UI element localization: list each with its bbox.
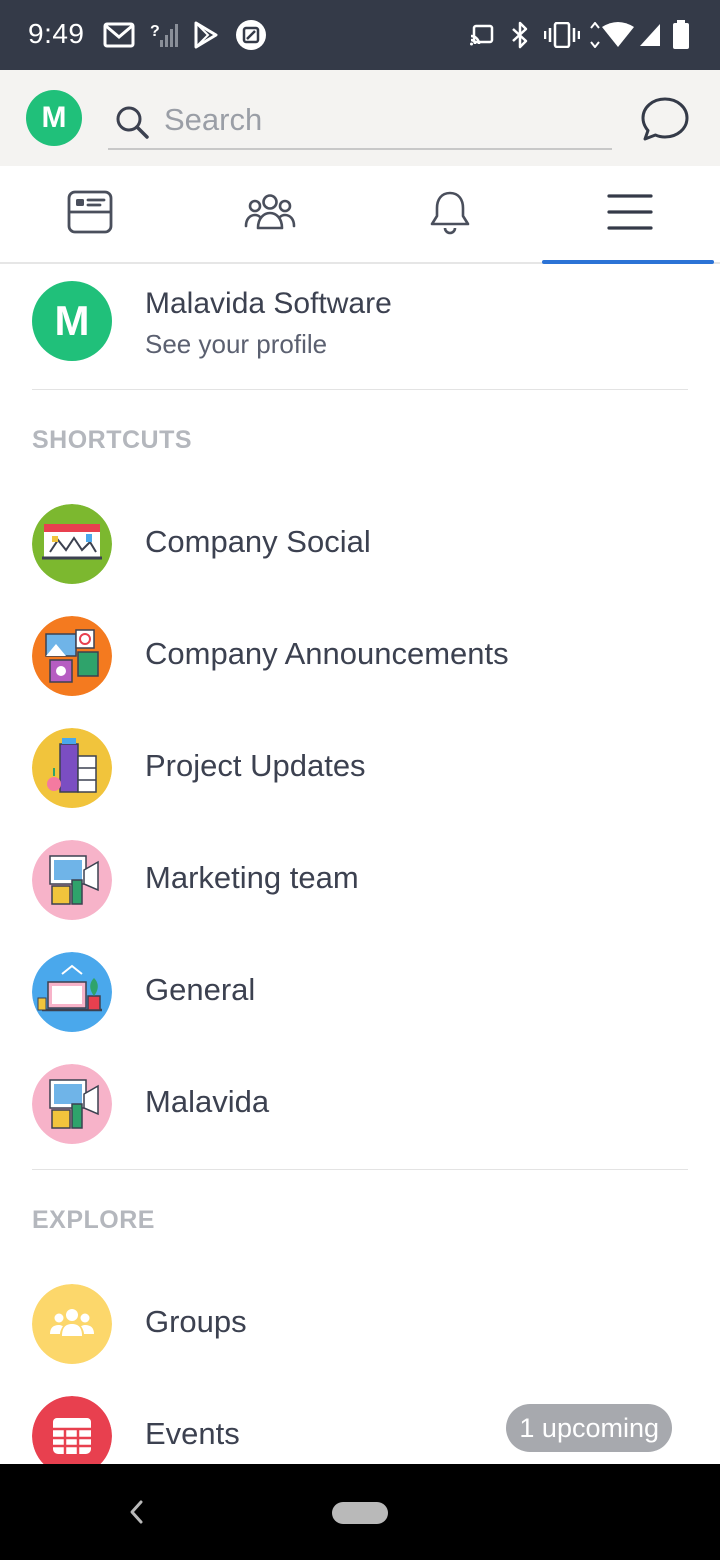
news-feed-icon	[67, 190, 113, 239]
malavida-thumbnail	[32, 1064, 112, 1144]
people-icon	[244, 193, 296, 236]
groups-icon	[32, 1284, 112, 1364]
bell-icon	[428, 189, 472, 240]
shortcuts-heading: SHORTCUTS	[32, 426, 193, 454]
chat-icon[interactable]	[640, 96, 690, 147]
upcoming-events-badge: 1 upcoming	[506, 1404, 672, 1452]
shortcut-label: Company Announcements	[145, 636, 509, 671]
shortcut-marketing-team[interactable]: Marketing team	[0, 824, 720, 936]
shortcut-label: Malavida	[145, 1084, 270, 1119]
shortcut-project-updates[interactable]: Project Updates	[0, 712, 720, 824]
status-time: 9:49	[28, 18, 85, 49]
shortcut-label: Marketing team	[145, 860, 359, 895]
explore-label: Groups	[145, 1304, 247, 1339]
search-icon	[114, 104, 150, 145]
user-avatar-button[interactable]: M	[26, 90, 82, 146]
shortcut-general[interactable]: General	[0, 936, 720, 1048]
divider	[32, 1169, 688, 1170]
back-icon[interactable]	[126, 1498, 146, 1531]
explore-groups[interactable]: Groups	[0, 1268, 720, 1380]
marketing-team-thumbnail	[32, 840, 112, 920]
system-nav-bar	[0, 1464, 720, 1560]
shortcut-label: General	[145, 972, 256, 1007]
screenshot-icon	[235, 20, 267, 50]
shortcut-company-social[interactable]: Company Social	[0, 488, 720, 600]
see-profile-link[interactable]: See your profile	[145, 329, 327, 360]
shortcut-malavida[interactable]: Malavida	[0, 1048, 720, 1160]
home-pill-button[interactable]	[332, 1502, 388, 1524]
profile-name: Malavida Software	[145, 287, 392, 320]
bluetooth-icon	[510, 20, 530, 50]
explore-label: Events	[145, 1416, 240, 1451]
shortcut-label: Project Updates	[145, 748, 366, 783]
tab-people[interactable]	[180, 166, 360, 262]
no-signal-icon: ?	[150, 20, 178, 50]
shortcut-company-announcements[interactable]: Company Announcements	[0, 600, 720, 712]
divider	[32, 389, 688, 390]
top-header: M	[0, 70, 720, 166]
status-bar: 9:49 ?	[0, 0, 720, 70]
tab-bar	[0, 166, 720, 264]
signal-icon	[638, 20, 662, 50]
tab-menu[interactable]	[540, 166, 720, 264]
tab-news-feed[interactable]	[0, 166, 180, 262]
company-announcements-thumbnail	[32, 616, 112, 696]
shortcut-label: Company Social	[145, 524, 371, 559]
company-social-thumbnail	[32, 504, 112, 584]
profile-avatar: M	[32, 281, 112, 361]
search-input[interactable]	[164, 100, 594, 140]
tab-notifications[interactable]	[360, 166, 540, 262]
general-thumbnail	[32, 952, 112, 1032]
search-bar[interactable]	[108, 94, 612, 150]
project-updates-thumbnail	[32, 728, 112, 808]
gmail-icon	[103, 20, 135, 50]
explore-heading: EXPLORE	[32, 1206, 155, 1234]
vibrate-icon	[544, 20, 580, 50]
profile-row[interactable]: M Malavida Software See your profile	[0, 266, 720, 390]
play-store-icon	[193, 20, 219, 50]
cast-icon	[470, 20, 494, 50]
svg-text:?: ?	[150, 23, 160, 40]
wifi-icon	[588, 20, 636, 50]
menu-icon	[607, 192, 653, 237]
battery-icon	[672, 20, 690, 50]
